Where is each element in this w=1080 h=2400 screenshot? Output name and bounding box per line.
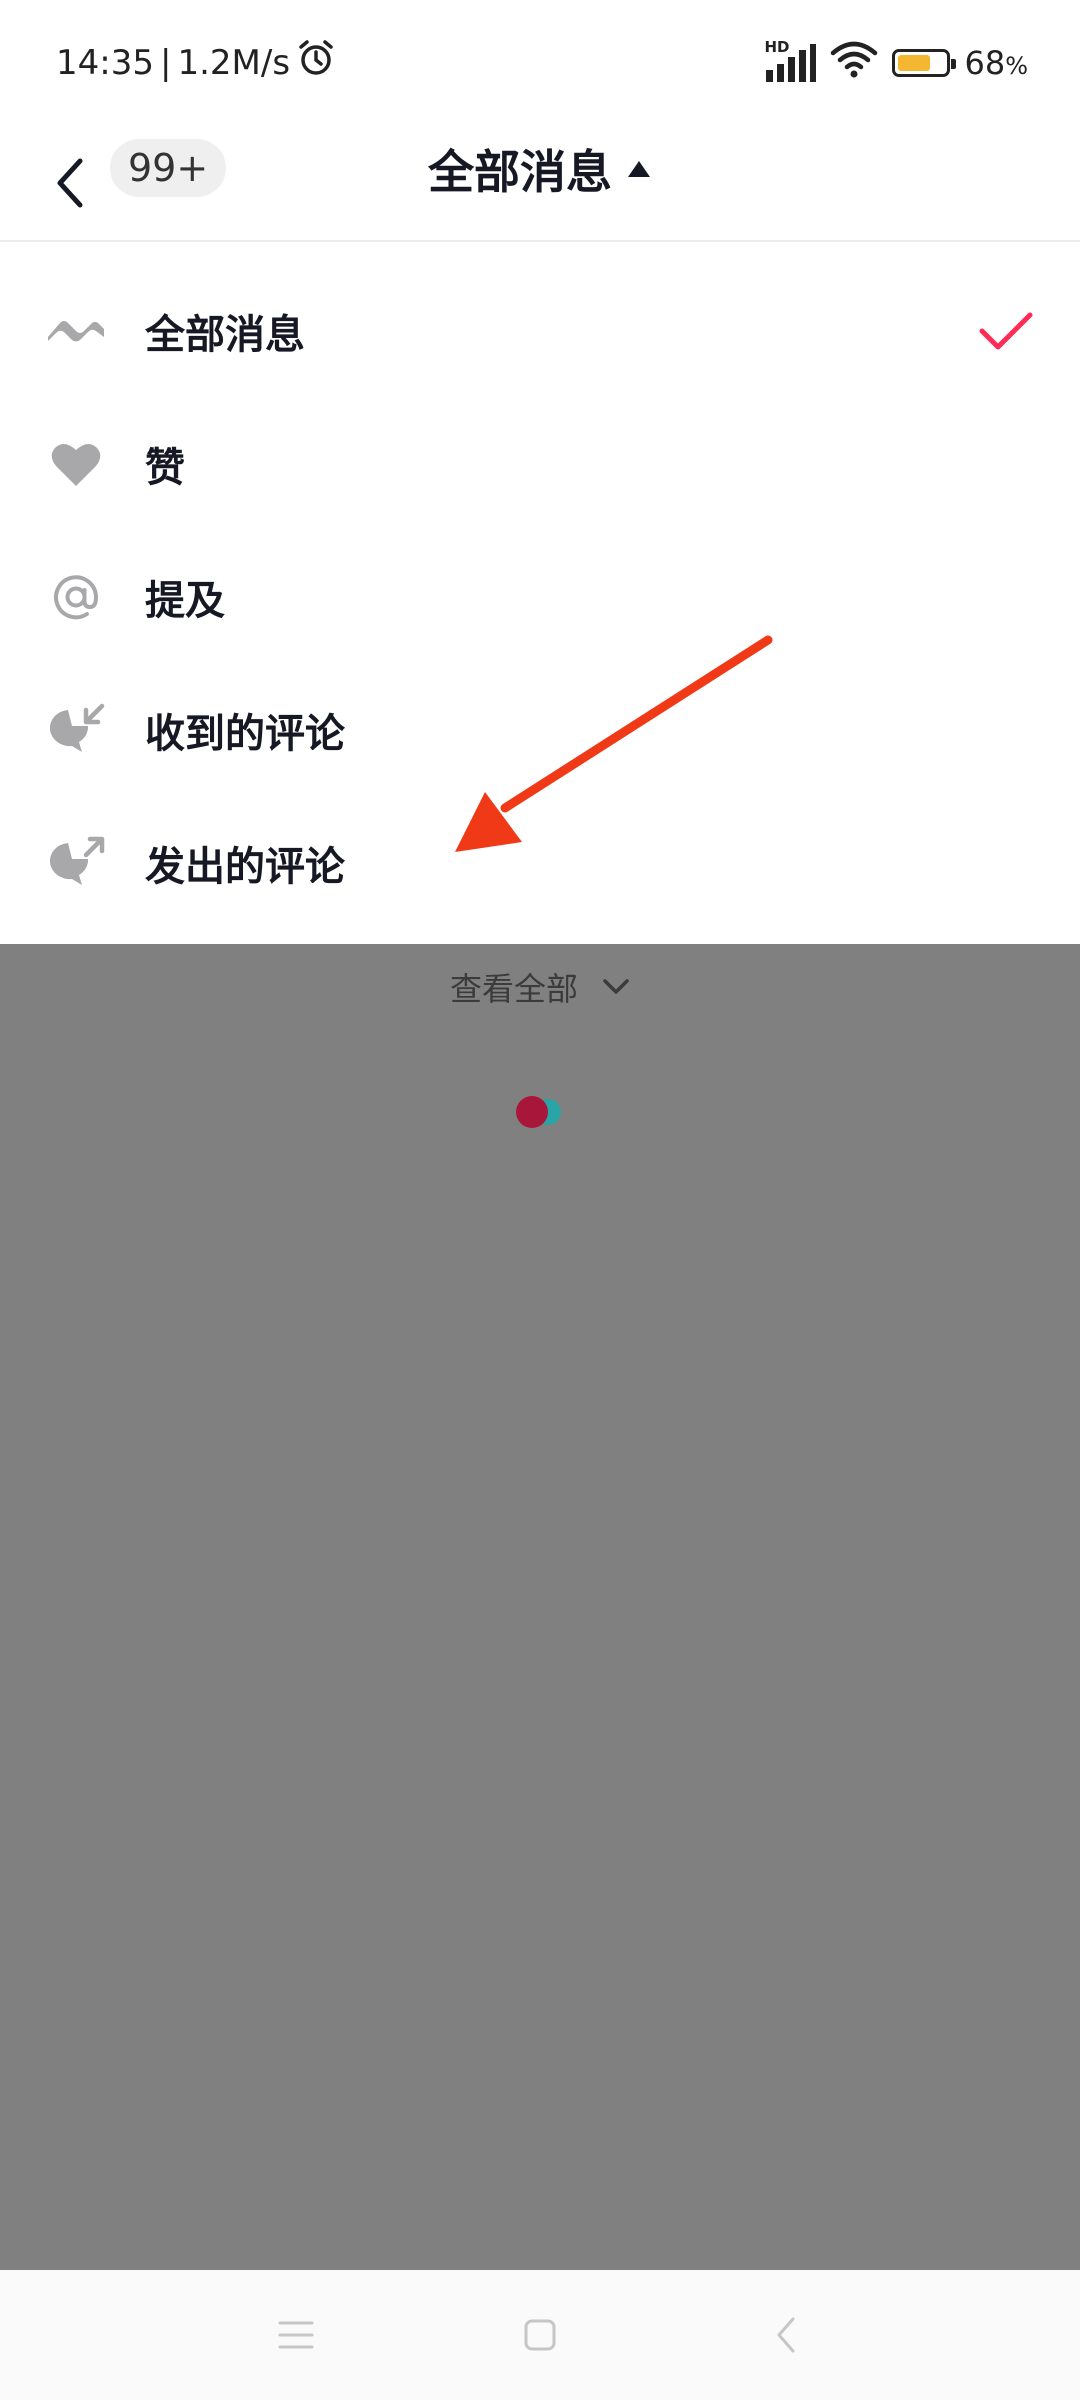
status-separator: | <box>159 42 172 83</box>
home-icon <box>524 2319 556 2351</box>
nav-menu-button[interactable] <box>266 2305 326 2365</box>
status-left: 14:35 | 1.2M/s <box>56 40 336 85</box>
header: 99+ 全部消息 <box>0 125 1080 242</box>
menu-item-label: 全部消息 <box>145 312 305 358</box>
menu-item-label: 赞 <box>145 445 185 491</box>
status-right: HD 68% <box>764 38 1028 88</box>
menu-item-label: 发出的评论 <box>145 844 345 890</box>
battery-percent-value: 68 <box>964 44 1006 82</box>
comment-received-icon <box>46 700 106 760</box>
wifi-icon <box>830 39 878 87</box>
dim-overlay[interactable]: 查看全部 <box>0 944 1080 2270</box>
title-dropdown[interactable]: 全部消息 <box>0 139 1080 199</box>
menu-item-all-messages[interactable]: 全部消息 <box>0 266 1080 396</box>
menu-item-sent-comments[interactable]: 发出的评论 <box>0 798 1080 928</box>
page-title: 全部消息 <box>428 145 612 199</box>
nav-back-button[interactable] <box>756 2305 816 2365</box>
status-bar: 14:35 | 1.2M/s HD 68% <box>0 0 1080 125</box>
battery-fill <box>898 55 930 71</box>
status-speed: 1.2M/s <box>177 42 291 83</box>
menu-item-received-comments[interactable]: 收到的评论 <box>0 665 1080 795</box>
battery-percent-unit: % <box>1005 52 1028 80</box>
menu-icon <box>278 2321 314 2349</box>
menu-item-label: 收到的评论 <box>145 711 345 757</box>
signal-icon: HD <box>764 38 817 84</box>
caret-up-icon <box>628 161 650 177</box>
battery-percent: 68% <box>964 44 1028 82</box>
at-icon <box>46 567 106 627</box>
system-nav-bar <box>0 2270 1080 2400</box>
menu-item-label: 提及 <box>145 578 225 624</box>
battery-icon <box>892 49 957 77</box>
chevron-down-icon <box>603 979 629 994</box>
check-icon <box>979 312 1033 350</box>
loading-icon <box>516 1096 561 1128</box>
nav-home-button[interactable] <box>510 2305 570 2365</box>
heart-icon <box>46 434 106 494</box>
comment-sent-icon <box>46 833 106 893</box>
alarm-icon <box>296 38 336 87</box>
view-all-link[interactable]: 查看全部 <box>0 964 1080 1010</box>
menu-item-likes[interactable]: 赞 <box>0 399 1080 529</box>
all-messages-icon <box>46 301 106 361</box>
view-all-label: 查看全部 <box>449 970 578 1008</box>
back-triangle-icon <box>777 2317 795 2353</box>
menu-item-mentions[interactable]: 提及 <box>0 532 1080 662</box>
status-time: 14:35 <box>56 42 154 83</box>
message-filter-menu: 全部消息 赞 提及 收到的评论 发出的评论 <box>0 242 1080 944</box>
